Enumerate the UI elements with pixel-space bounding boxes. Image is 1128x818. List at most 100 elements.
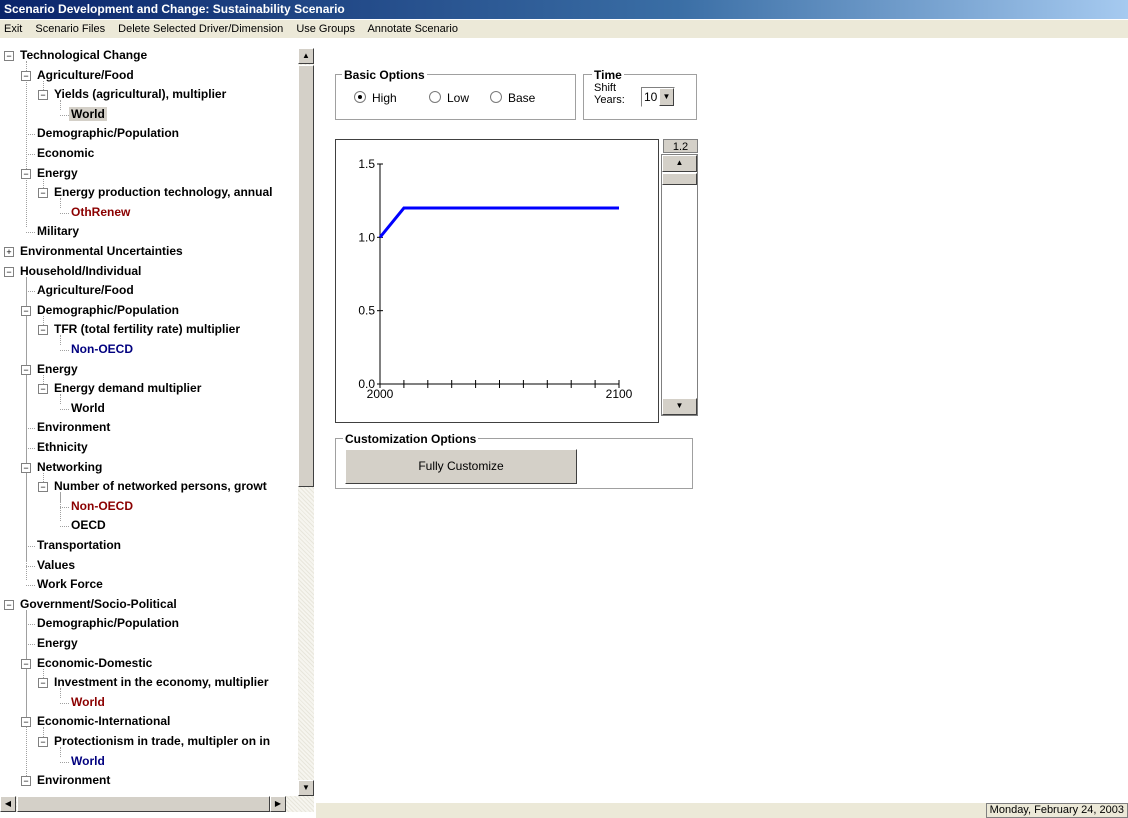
collapse-icon[interactable]: − [38,482,48,493]
tree-node[interactable]: Energy [35,360,80,379]
tree-node[interactable]: Work Force [35,575,105,594]
tree-node[interactable]: World [69,693,107,712]
tree-connector [26,448,35,449]
fully-customize-button[interactable]: Fully Customize [345,449,577,484]
tree-node[interactable]: Agriculture/Food [35,66,136,85]
collapse-icon[interactable]: − [4,51,14,61]
tree-node[interactable]: World [69,752,107,771]
tree-node[interactable]: Economic [35,144,96,163]
tree-node[interactable]: Transportation [35,536,123,555]
menu-use-groups[interactable]: Use Groups [296,23,355,35]
tree-node[interactable]: Economic-International [35,712,172,731]
tree-horizontal-scrollbar[interactable]: ◀ ▶ [0,796,314,812]
chevron-down-icon[interactable]: ▼ [659,88,674,106]
scroll-up-icon[interactable]: ▲ [298,48,314,64]
menu-delete-driver[interactable]: Delete Selected Driver/Dimension [118,23,283,35]
tree-node[interactable]: Values [35,556,77,575]
tree-node[interactable]: Economic-Domestic [35,654,154,673]
tree-connector [60,702,69,704]
collapse-icon[interactable]: − [38,90,48,101]
radio-low-indicator [429,91,441,103]
tree-node[interactable]: Non-OECD [69,497,135,516]
basic-options-legend: Basic Options [342,68,427,82]
tree-node[interactable]: Number of networked persons, growt [52,477,269,496]
tree-node[interactable]: Yields (agricultural), multiplier [52,85,228,104]
collapse-icon[interactable]: − [21,776,31,787]
collapse-icon[interactable]: − [38,188,48,199]
tree-connector [60,408,69,410]
collapse-icon[interactable]: − [21,364,31,375]
tree-node[interactable]: Government/Socio-Political [18,595,179,614]
tree-node[interactable]: Networking [35,458,104,477]
slider-down-icon[interactable]: ▼ [662,398,697,415]
tree-node[interactable]: World [69,105,107,124]
value-slider[interactable]: ▲ ▼ [661,154,698,416]
collapse-icon[interactable]: − [38,325,48,336]
shift-years-select[interactable]: 10 ▼ [641,87,675,107]
tree-node-label: TFR (total fertility rate) multiplier [54,322,241,337]
tree-node[interactable]: Investment in the economy, multiplier [52,673,270,692]
scroll-left-icon[interactable]: ◀ [0,796,16,812]
tree-node[interactable]: Technological Change [18,46,149,65]
tree-hscroll-thumb[interactable] [17,796,270,812]
collapse-icon[interactable]: − [21,70,31,81]
collapse-icon[interactable]: − [4,266,14,277]
collapse-icon[interactable]: − [21,658,31,669]
tree-node-label: Protectionism in trade, multipler on in [54,734,271,748]
tree-node-label: Economic-Domestic [37,655,153,670]
radio-low[interactable]: Low [429,91,469,105]
tree-node[interactable]: TFR (total fertility rate) multiplier [52,320,242,339]
tree-node[interactable]: Energy production technology, annual [52,183,274,202]
tree-node[interactable]: Environment [35,771,112,790]
tree-node-label: Demographic/Population [37,616,180,631]
collapse-icon[interactable]: − [38,384,48,395]
tree-node-label: Environment [37,420,111,435]
collapse-icon[interactable]: − [21,717,31,728]
tree-node[interactable]: Energy [35,164,80,183]
slider-thumb[interactable] [662,173,697,185]
y-tick-label: 1.5 [358,157,375,171]
menu-annotate-scenario[interactable]: Annotate Scenario [367,23,458,35]
tree-node[interactable]: Non-OECD [69,340,135,359]
tree-node[interactable]: Demographic/Population [35,124,181,143]
tree-node-label: Agriculture/Food [37,67,134,82]
scroll-right-icon[interactable]: ▶ [270,796,286,812]
tree-node-label: World [71,694,105,709]
radio-base-label: Base [508,91,536,105]
tree-connector [26,565,35,567]
tree-node[interactable]: Demographic/Population [35,614,181,633]
tree-connector [60,114,69,116]
tree-node[interactable]: Military [35,222,81,241]
tree-connector [60,761,69,763]
tree-node[interactable]: Household/Individual [18,262,143,281]
collapse-icon[interactable]: − [21,305,31,316]
radio-high[interactable]: High [354,91,397,105]
radio-high-label: High [372,91,397,105]
tree-scroll-thumb[interactable] [298,65,314,487]
tree-node[interactable]: OthRenew [69,203,132,222]
scroll-down-icon[interactable]: ▼ [298,780,314,796]
slider-up-icon[interactable]: ▲ [662,155,697,172]
collapse-icon[interactable]: − [4,599,14,610]
collapse-icon[interactable]: − [38,737,48,747]
tree-node[interactable]: OECD [69,516,108,535]
tree-node[interactable]: Agriculture/Food [35,281,136,300]
tree-node[interactable]: Protectionism in trade, multipler on in [52,732,272,751]
tree-node[interactable]: Ethnicity [35,438,90,457]
tree-node[interactable]: Environmental Uncertainties [18,242,185,261]
menu-scenario-files[interactable]: Scenario Files [35,23,105,35]
radio-base[interactable]: Base [490,91,535,105]
expand-icon[interactable]: + [4,247,14,257]
collapse-icon[interactable]: − [21,462,31,473]
tree-vertical-scrollbar[interactable]: ▲ ▼ [298,48,314,796]
tree-node[interactable]: Energy [35,634,80,653]
menu-exit[interactable]: Exit [4,23,22,35]
tree-node[interactable]: World [69,399,107,418]
tree-node[interactable]: Demographic/Population [35,301,181,320]
tree-node[interactable]: Environment [35,418,112,437]
tree-node-label: OthRenew [71,204,131,219]
tree-node[interactable]: Energy demand multiplier [52,379,203,398]
collapse-icon[interactable]: − [21,168,31,179]
collapse-icon[interactable]: − [38,678,48,689]
tree-node-label: Economic-International [37,714,171,729]
